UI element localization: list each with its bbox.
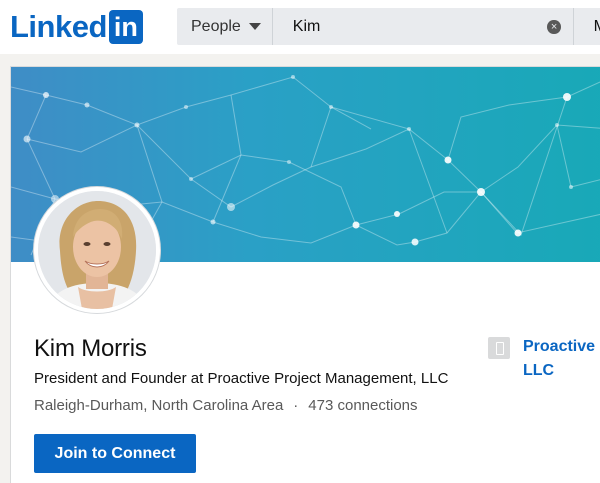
logo-in-box: in bbox=[108, 10, 143, 44]
profile-headline: President and Founder at Proactive Proje… bbox=[34, 370, 449, 387]
search-secondary-field[interactable]: M bbox=[574, 18, 600, 36]
profile-location: Raleigh-Durham, North Carolina Area bbox=[34, 397, 284, 414]
company-name[interactable]: Proactive P LLC bbox=[523, 335, 600, 383]
profile-photo-image bbox=[38, 191, 156, 309]
search-category-dropdown[interactable]: People bbox=[177, 8, 273, 45]
search-input[interactable] bbox=[272, 8, 548, 45]
top-navigation-bar: Linked in People × M bbox=[0, 0, 600, 54]
search-bar: People × M bbox=[177, 8, 600, 45]
profile-meta: Raleigh-Durham, North Carolina Area · 47… bbox=[34, 397, 418, 414]
company-name-line-2: LLC bbox=[523, 362, 555, 379]
profile-photo[interactable] bbox=[34, 187, 160, 313]
profile-card: Kim Morris President and Founder at Proa… bbox=[10, 66, 600, 483]
meta-separator: · bbox=[293, 397, 299, 414]
profile-name: Kim Morris bbox=[34, 335, 147, 362]
search-category-label: People bbox=[191, 17, 241, 35]
company-name-line-1: Proactive P bbox=[523, 338, 600, 355]
clear-search-icon[interactable]: × bbox=[547, 19, 561, 34]
current-company[interactable]: Proactive P LLC bbox=[488, 335, 600, 383]
profile-connections: 473 connections bbox=[308, 397, 418, 414]
building-icon bbox=[488, 337, 510, 359]
caret-down-icon bbox=[248, 23, 261, 30]
linkedin-logo[interactable]: Linked in bbox=[10, 10, 143, 44]
logo-wordmark: Linked bbox=[10, 9, 107, 44]
join-to-connect-button[interactable]: Join to Connect bbox=[34, 434, 196, 473]
